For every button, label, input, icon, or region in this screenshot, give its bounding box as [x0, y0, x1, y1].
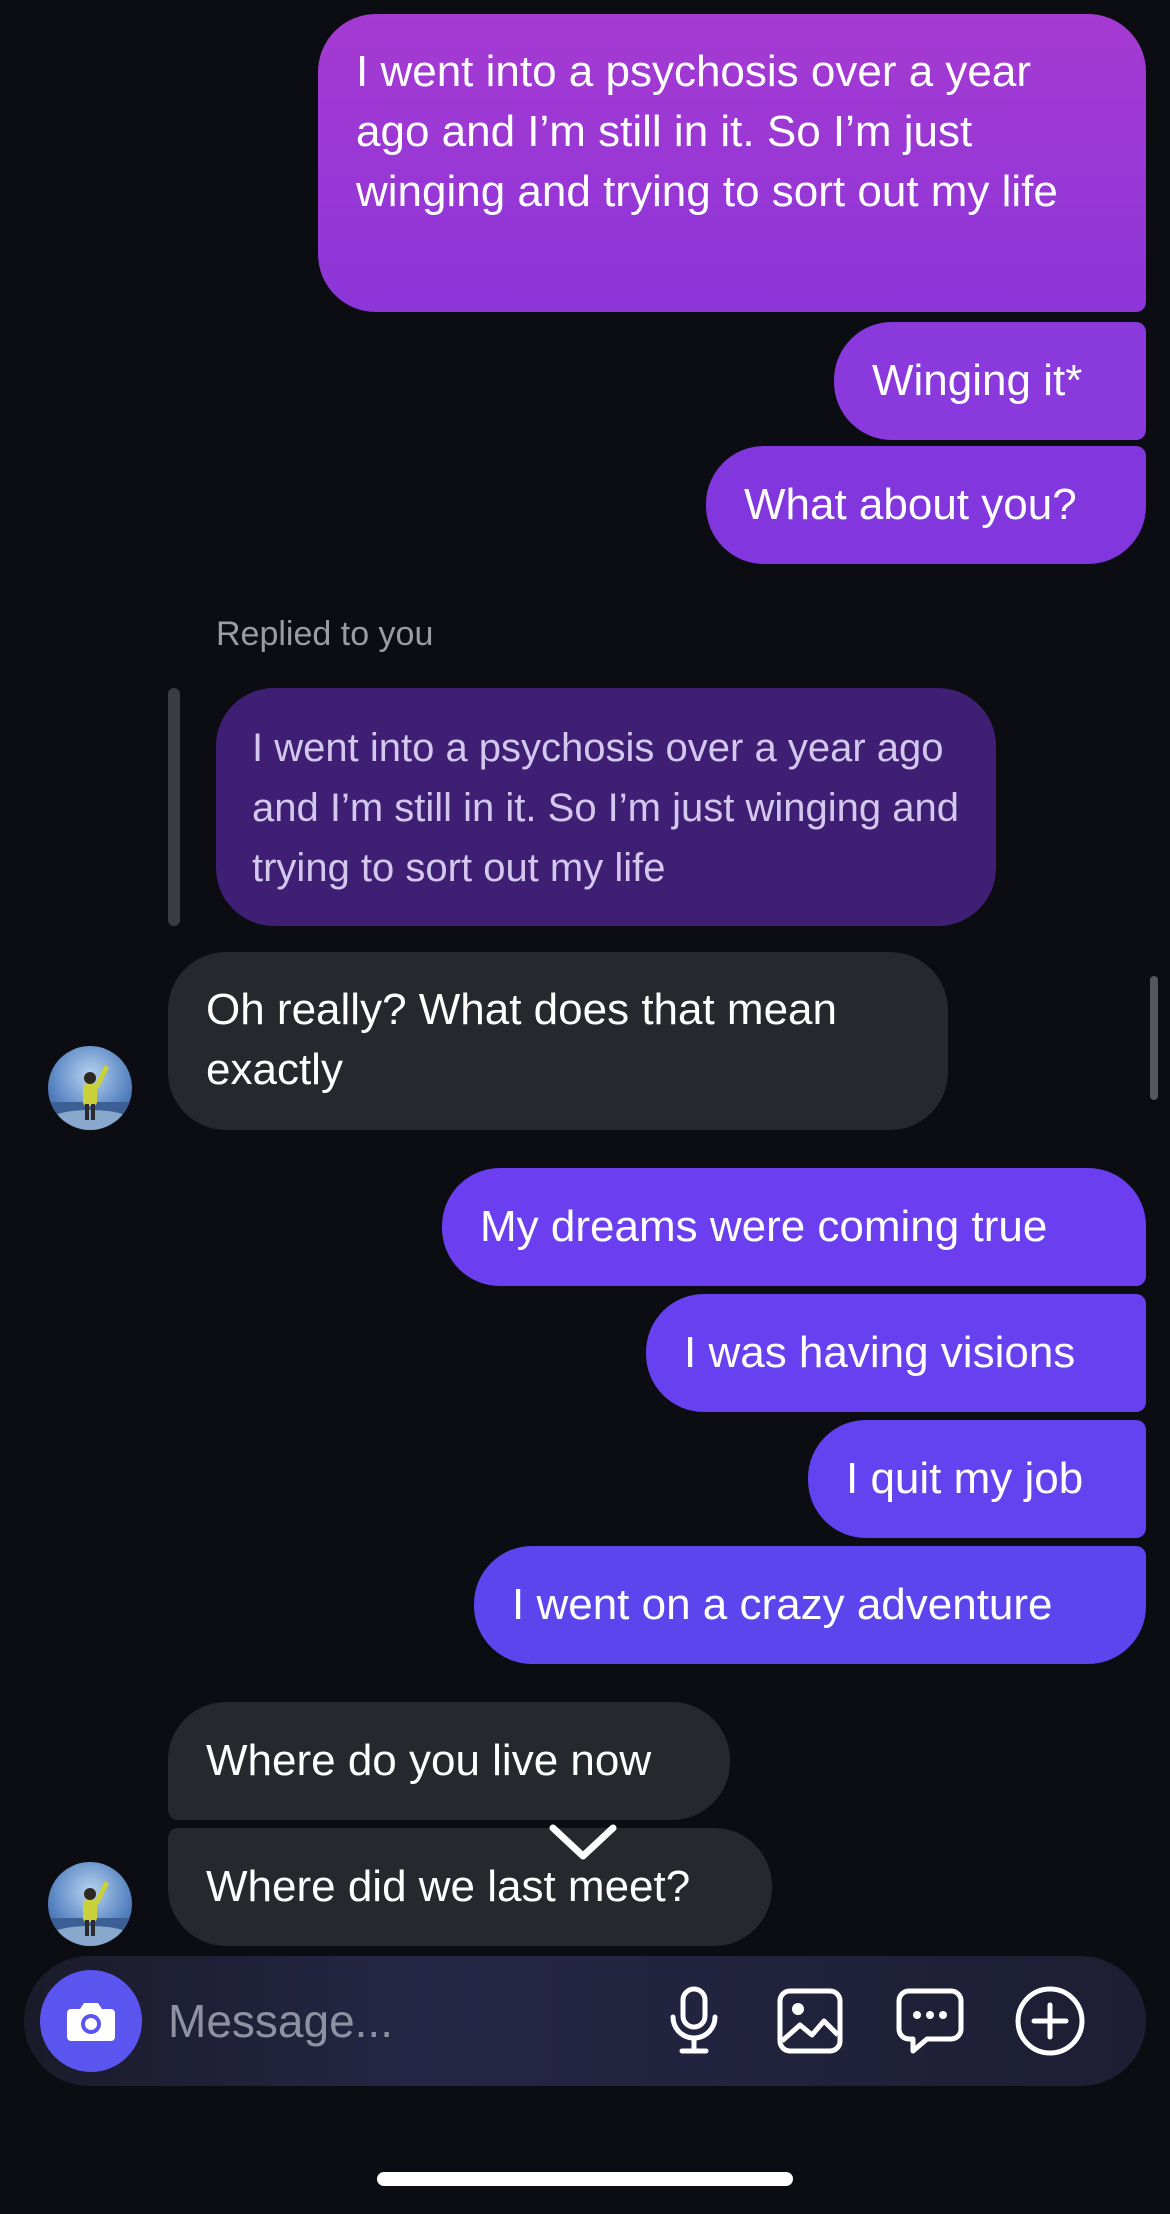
message-bubble-outgoing[interactable]: I quit my job — [808, 1420, 1146, 1538]
camera-icon — [67, 2003, 115, 2041]
message-bubble-outgoing[interactable]: What about you? — [706, 446, 1146, 564]
message-composer — [24, 1956, 1146, 2086]
message-text: I went into a psychosis over a year ago … — [356, 47, 1058, 216]
gallery-button[interactable] — [770, 1981, 850, 2061]
message-bubble-outgoing[interactable]: I went on a crazy adventure — [474, 1546, 1146, 1664]
message-input[interactable] — [168, 1986, 648, 2056]
microphone-icon — [670, 1986, 718, 2054]
message-text: I was having visions — [684, 1328, 1076, 1377]
voice-message-button[interactable] — [654, 1981, 734, 2061]
image-icon — [777, 1988, 843, 2054]
reply-indicator-bar — [168, 688, 180, 926]
message-bubble-incoming[interactable]: Where do you live now — [168, 1702, 730, 1820]
chat-bubble-icon — [896, 1988, 964, 2054]
avatar[interactable] — [48, 1046, 132, 1130]
message-text: My dreams were coming true — [480, 1202, 1048, 1251]
message-text: What about you? — [744, 480, 1077, 529]
message-bubble-outgoing[interactable]: I was having visions — [646, 1294, 1146, 1412]
chevron-down-icon — [549, 1824, 617, 1860]
message-text: I went on a crazy adventure — [512, 1580, 1053, 1629]
message-bubble-incoming[interactable]: Where did we last meet? — [168, 1828, 772, 1946]
more-options-button[interactable] — [1010, 1981, 1090, 2061]
message-text: I quit my job — [846, 1454, 1084, 1503]
scrollbar[interactable] — [1150, 976, 1158, 1100]
scroll-to-bottom-button[interactable] — [528, 1808, 638, 1876]
message-text: Oh really? What does that mean exactly — [206, 985, 837, 1094]
message-bubble-outgoing[interactable]: I went into a psychosis over a year ago … — [318, 14, 1146, 312]
sticker-button[interactable] — [890, 1981, 970, 2061]
reply-quote-bubble[interactable]: I went into a psychosis over a year ago … — [216, 688, 996, 926]
chat-screen: I went into a psychosis over a year ago … — [0, 0, 1170, 2214]
message-bubble-outgoing[interactable]: My dreams were coming true — [442, 1168, 1146, 1286]
message-bubble-incoming[interactable]: Oh really? What does that mean exactly — [168, 952, 948, 1130]
message-bubble-outgoing[interactable]: Winging it* — [834, 322, 1146, 440]
message-text: Where do you live now — [206, 1736, 652, 1785]
avatar[interactable] — [48, 1862, 132, 1946]
replied-to-you-label: Replied to you — [216, 615, 434, 653]
message-text: Winging it* — [872, 356, 1083, 405]
home-indicator[interactable] — [377, 2172, 793, 2186]
plus-circle-icon — [1015, 1986, 1085, 2056]
camera-button[interactable] — [40, 1970, 142, 2072]
